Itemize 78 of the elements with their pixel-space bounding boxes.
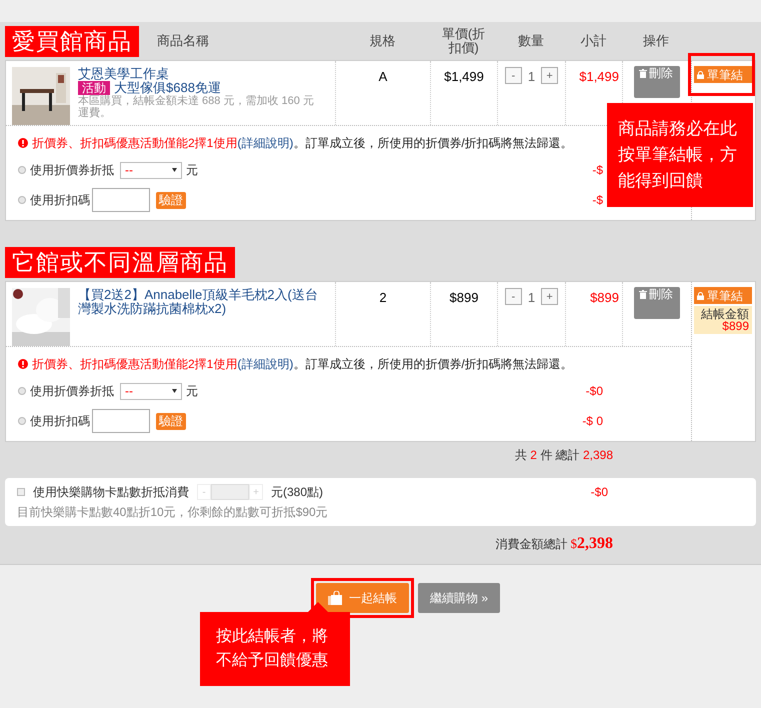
continue-shopping-button[interactable]: 繼續購物 » — [418, 583, 500, 613]
grand-total-label: 消費金額總計 — [496, 536, 568, 553]
notice-text: 折價券、折扣碼優惠活動僅能2擇1使用(詳細說明)。訂單成立後，所使用的折價券/折扣碼將無法歸還。 — [32, 356, 573, 373]
column-header: 規格 — [368, 34, 396, 48]
decrease-button[interactable]: - — [504, 288, 522, 305]
points-amount: -$0 — [590, 484, 608, 501]
alert-icon — [18, 138, 28, 148]
radio-button[interactable] — [18, 387, 26, 395]
highlight-frame — [688, 53, 755, 96]
increase-button[interactable]: + — [541, 288, 558, 305]
coupon-label: 使用折價券折抵 — [30, 383, 114, 400]
section-title: 愛買館商品 — [5, 26, 139, 56]
code-label: 使用折扣碼 — [30, 192, 90, 209]
column-header: 小計 — [580, 34, 608, 48]
grand-total-amount: $2,398 — [570, 534, 613, 554]
product-link[interactable]: 艾恩美學工作桌 — [78, 67, 318, 81]
checkout-amount-label: 結帳金額 — [700, 308, 749, 320]
spec-text: 2 — [379, 289, 387, 307]
promo-tag: 活動 — [78, 81, 110, 95]
items-total: 共 2 件 總計 2,398 — [514, 447, 613, 464]
points-checkbox[interactable] — [17, 488, 25, 496]
checkout-amount: $899 — [722, 320, 749, 332]
code-amount: -$ 0 — [582, 413, 603, 430]
radio-button[interactable] — [18, 417, 26, 425]
radio-button[interactable] — [18, 196, 26, 204]
lock-icon — [697, 292, 704, 300]
shopping-bag-icon — [328, 591, 344, 605]
lock-icon — [697, 70, 704, 78]
delete-button[interactable]: 刪除 — [634, 66, 680, 98]
alert-icon — [18, 359, 28, 369]
code-field[interactable] — [92, 188, 150, 212]
product-link[interactable]: 【買2送2】Annabelle頂級羊毛枕2入(送台灣製水洗防蹣抗菌棉枕x2) — [78, 288, 318, 316]
verify-button[interactable]: 驗證 — [156, 412, 186, 430]
code-label: 使用折扣碼 — [30, 413, 90, 430]
callout-text: 按此結帳者，將不給予回饋優惠 — [216, 626, 329, 671]
notice-text: 折價券、折扣碼優惠活動僅能2擇1使用(詳細說明)。訂單成立後，所使用的折價券/折扣碼將無法歸還。 — [32, 135, 573, 152]
shipping-note: 本區購買，結帳金額未達 688 元，需加收 160 元運費。 — [78, 95, 315, 119]
unit-text: 元 — [186, 162, 198, 179]
quantity-text: 1 — [528, 68, 536, 86]
trash-icon — [639, 69, 647, 78]
points-unit: 元(380點) — [271, 484, 324, 501]
price-text: $1,499 — [444, 68, 484, 86]
column-header: 數量 — [517, 34, 545, 48]
decrease-button[interactable]: - — [504, 67, 522, 84]
subtotal-text: $899 — [590, 289, 619, 307]
points-label: 使用快樂購物卡點數折抵消費 — [33, 484, 189, 501]
points-field[interactable] — [211, 484, 249, 500]
quantity-text: 1 — [528, 289, 536, 307]
dropdown-icon — [172, 389, 177, 393]
unit-text: 元 — [186, 383, 198, 400]
verify-button[interactable]: 驗證 — [156, 192, 186, 208]
trash-icon — [639, 290, 647, 299]
delete-button[interactable]: 刪除 — [634, 287, 680, 319]
subtotal-text: $1,499 — [579, 68, 619, 86]
column-header: 操作 — [642, 34, 670, 48]
price-text: $899 — [450, 289, 478, 307]
checkout-all-button[interactable]: 一起結帳 — [316, 583, 409, 613]
checkout-button[interactable]: 單筆結 — [694, 66, 752, 83]
spec-text: A — [378, 68, 388, 86]
coupon-select[interactable]: -- — [120, 382, 182, 400]
column-header: 單價(折扣價) — [440, 27, 486, 55]
code-amount: -$ — [592, 192, 603, 209]
increase-button[interactable]: + — [541, 67, 558, 84]
coupon-select[interactable]: -- — [120, 162, 182, 178]
callout-text: 商品請務必在此按單筆結帳，方能得到回饋 — [618, 118, 738, 192]
coupon-amount: -$ — [592, 162, 603, 179]
coupon-amount: -$0 — [586, 383, 603, 400]
coupon-label: 使用折價券折抵 — [30, 162, 114, 179]
section-title: 它館或不同溫層商品 — [5, 246, 235, 278]
promo-text: 大型傢俱$688免運 — [114, 81, 221, 95]
points-note: 目前快樂購卡點數40點折10元，你剩餘的點數可折抵$90元 — [17, 504, 329, 521]
column-header: 商品名稱 — [157, 32, 209, 50]
code-field[interactable] — [92, 409, 150, 433]
dropdown-icon — [172, 168, 177, 172]
radio-button[interactable] — [18, 166, 26, 174]
details-link[interactable]: (詳細說明) — [237, 357, 294, 371]
details-link[interactable]: (詳細說明) — [237, 136, 294, 150]
checkout-button[interactable]: 單筆結 — [694, 287, 752, 304]
